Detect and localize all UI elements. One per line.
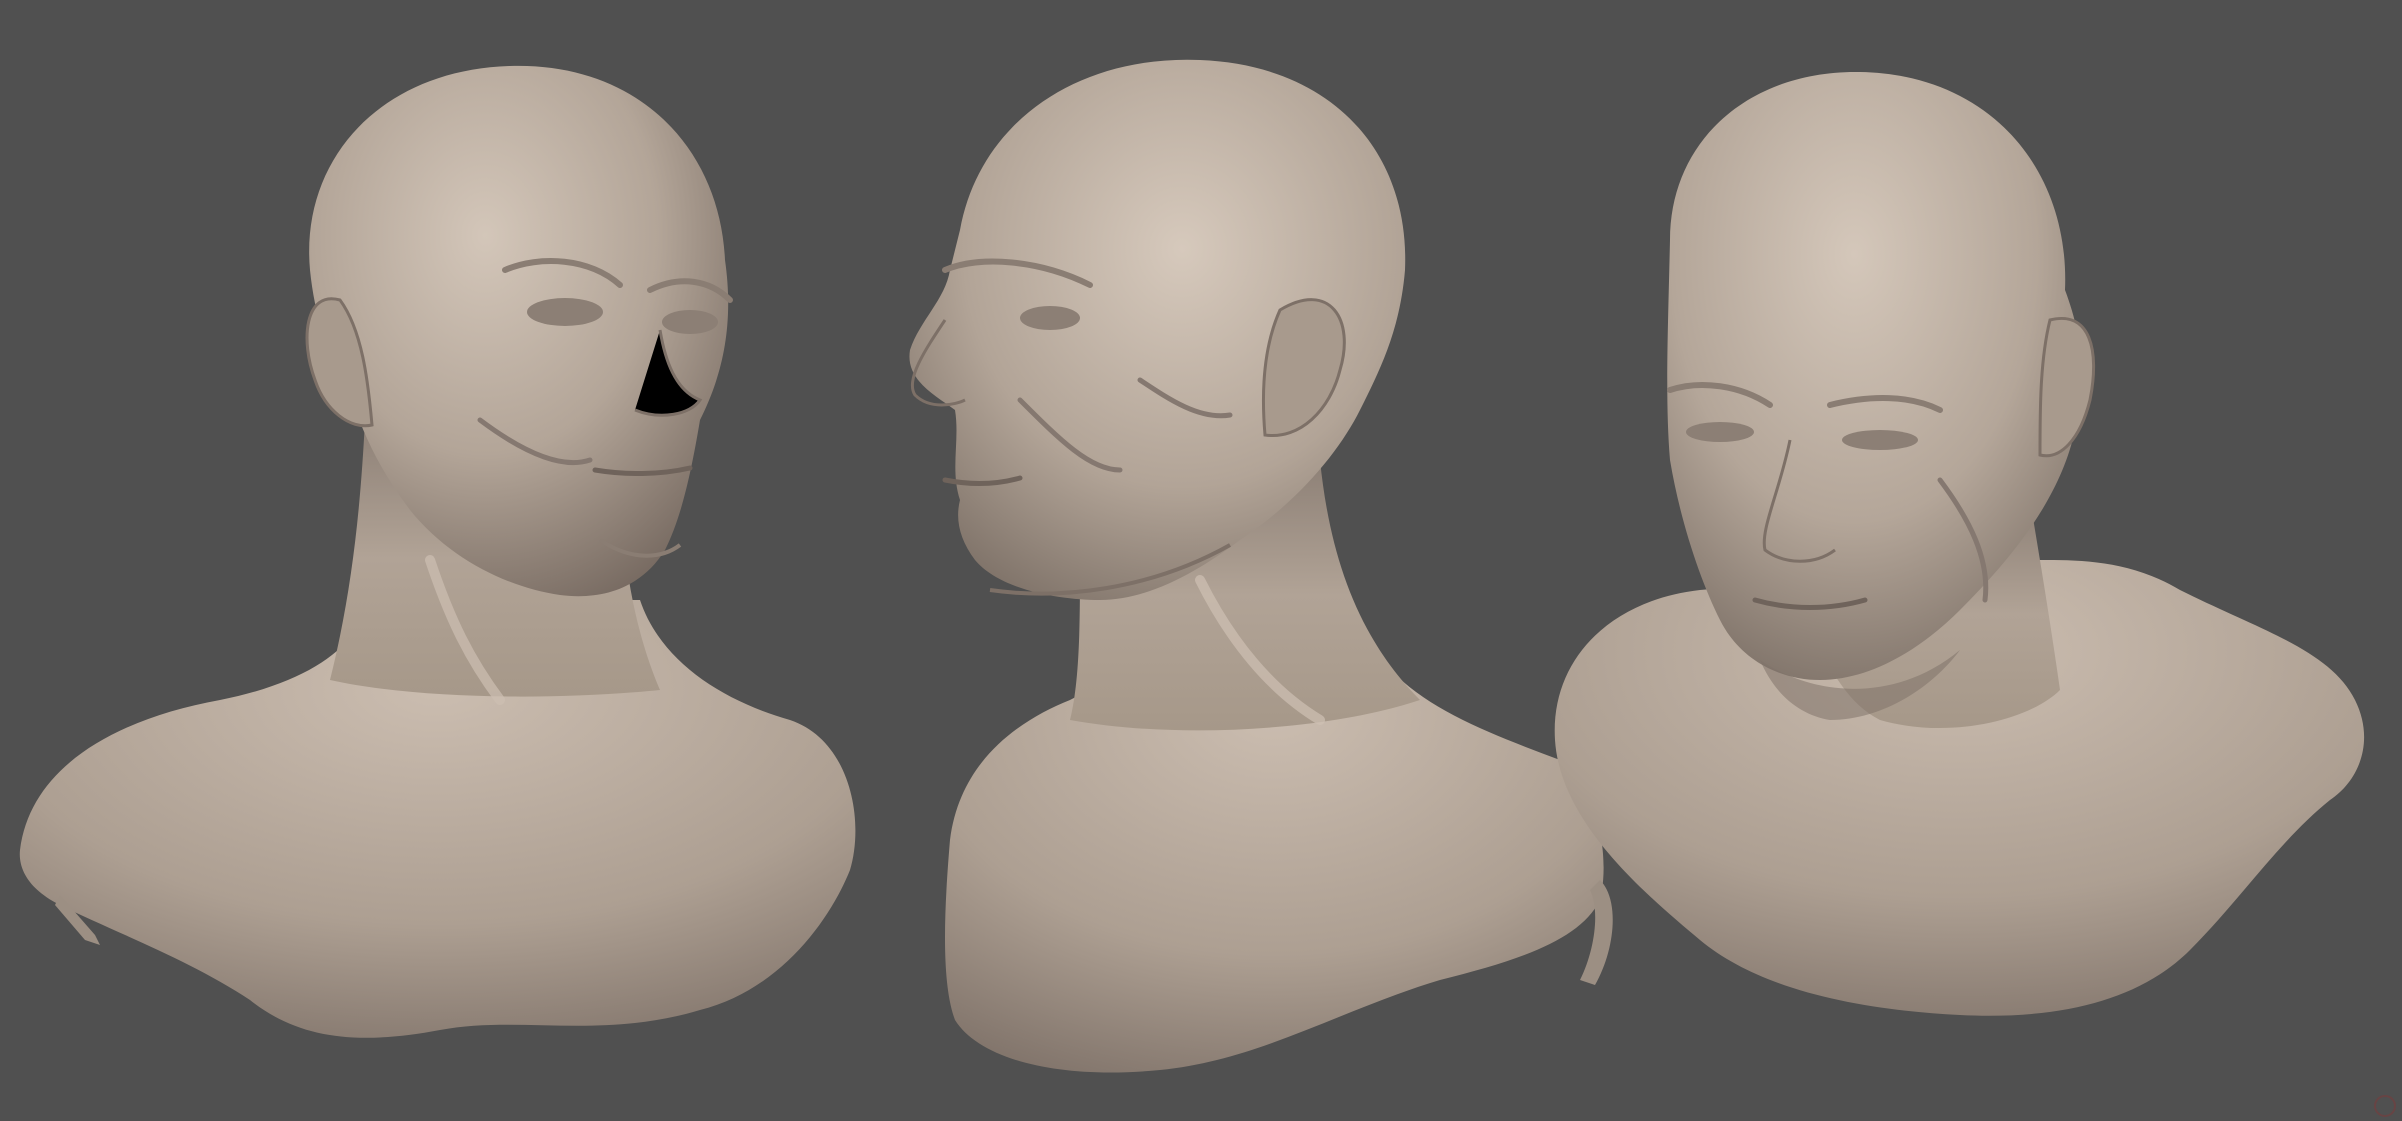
bust-view-profile-left bbox=[909, 59, 1613, 1073]
bust-2-eye bbox=[1020, 306, 1080, 330]
watermark-mark-icon bbox=[2374, 1095, 2396, 1117]
bust-view-three-quarter-right bbox=[19, 65, 856, 1038]
bust-view-three-quarter-down-right bbox=[1554, 71, 2365, 1016]
bust-3-eye-right bbox=[1842, 430, 1918, 450]
bust-1-eye-left bbox=[527, 298, 603, 326]
bust-1-eye-right bbox=[662, 310, 718, 334]
bust-3-eye-left bbox=[1686, 422, 1754, 442]
bust-render-canvas bbox=[19, 59, 2365, 1073]
sculpt-render-viewport bbox=[0, 0, 2402, 1121]
bust-3-ear bbox=[2038, 317, 2096, 458]
